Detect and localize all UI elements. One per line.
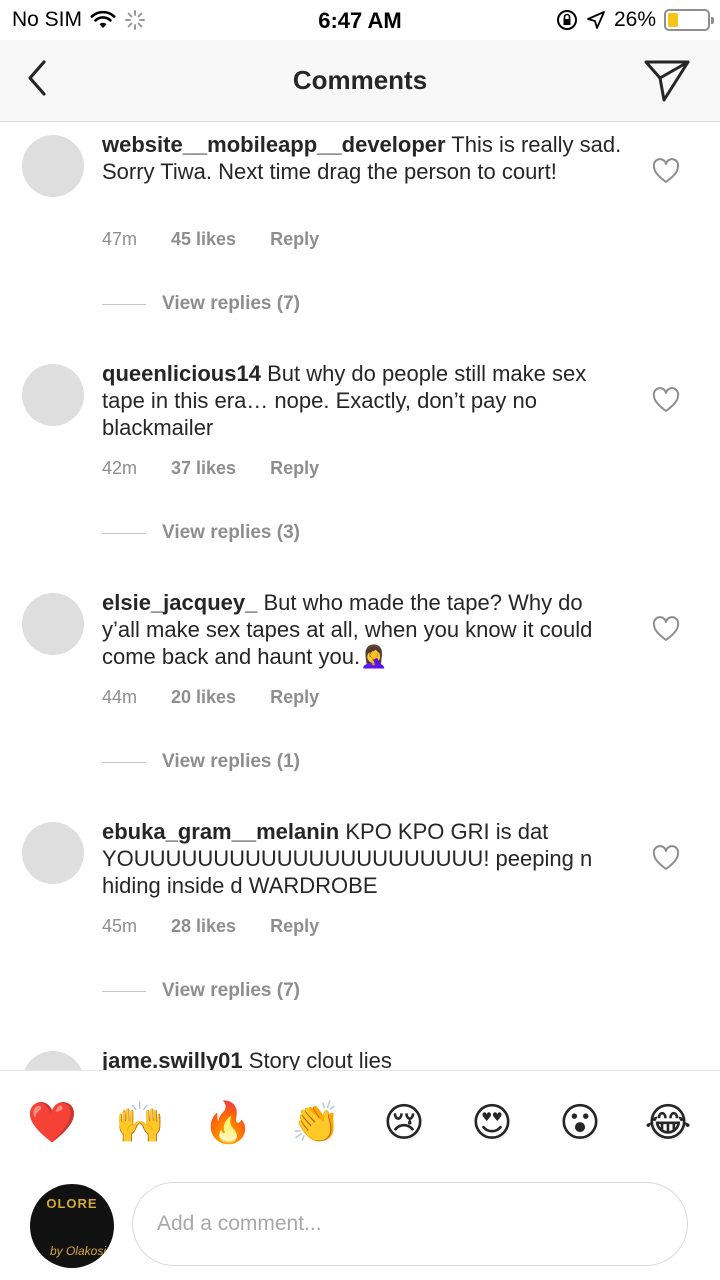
view-replies-button[interactable]: View replies (7): [102, 980, 300, 1002]
comment-body: elsie_jacquey_ But who made the tape? Wh…: [102, 589, 622, 670]
orientation-lock-icon: [556, 10, 577, 30]
comment-item: jame.swilly01 Story clout lies: [0, 1039, 720, 1070]
comment-username[interactable]: ebuka_gram__melanin: [102, 819, 339, 844]
comment-body: queenlicious14 But why do people still m…: [102, 360, 622, 441]
comment-username[interactable]: elsie_jacquey_: [102, 590, 257, 615]
comment-time: 44m: [102, 687, 138, 707]
reply-button[interactable]: Reply: [270, 229, 319, 250]
comment-body: website__mobileapp__developer This is re…: [102, 131, 622, 185]
comment-username[interactable]: website__mobileapp__developer: [102, 132, 446, 157]
comment-text: Story clout lies: [242, 1048, 392, 1070]
heart-outline-icon[interactable]: [652, 845, 680, 871]
comment-meta: 45m 28 likes Reply: [102, 916, 319, 937]
view-replies-button[interactable]: View replies (3): [102, 522, 300, 544]
avatar[interactable]: [22, 593, 84, 655]
comment-likes[interactable]: 28 likes: [171, 916, 236, 937]
comment-item: queenlicious14 But why do people still m…: [0, 352, 720, 580]
divider-line: [102, 761, 146, 763]
divider-line: [102, 990, 146, 992]
view-replies-label: View replies (7): [162, 293, 300, 314]
comment-username[interactable]: queenlicious14: [102, 361, 261, 386]
comments-list[interactable]: website__mobileapp__developer This is re…: [0, 123, 720, 1070]
comment-body: ebuka_gram__melanin KPO KPO GRI is dat Y…: [102, 818, 622, 899]
view-replies-button[interactable]: View replies (7): [102, 293, 300, 315]
raising-hands-emoji[interactable]: 🙌: [112, 1095, 168, 1151]
avatar[interactable]: [22, 822, 84, 884]
avatar-brand-text: OLORE: [46, 1196, 98, 1211]
heart-outline-icon[interactable]: [652, 158, 680, 184]
comment-input[interactable]: [132, 1182, 688, 1266]
comment-likes[interactable]: 20 likes: [171, 687, 236, 708]
tears-of-joy-emoji[interactable]: 😂: [640, 1095, 696, 1151]
view-replies-label: View replies (3): [162, 522, 300, 543]
heart-outline-icon[interactable]: [652, 616, 680, 642]
reply-button[interactable]: Reply: [270, 458, 319, 479]
comment-composer: OLORE by Olakosi: [0, 1174, 720, 1280]
view-replies-label: View replies (7): [162, 980, 300, 1001]
fire-emoji[interactable]: 🔥: [200, 1095, 256, 1151]
avatar[interactable]: [22, 364, 84, 426]
comment-likes[interactable]: 37 likes: [171, 458, 236, 479]
avatar[interactable]: [22, 135, 84, 197]
clapping-hands-emoji[interactable]: 👏: [288, 1095, 344, 1151]
surprised-face-emoji[interactable]: 😮: [552, 1095, 608, 1151]
avatar-signature-text: by Olakosi: [49, 1244, 106, 1258]
status-right: 26%: [556, 8, 714, 32]
current-user-avatar[interactable]: OLORE by Olakosi: [30, 1184, 114, 1268]
status-bar: No SIM 6:47 AM 26%: [0, 0, 720, 40]
view-replies-button[interactable]: View replies (1): [102, 751, 300, 773]
heart-eyes-emoji[interactable]: 😍: [464, 1095, 520, 1151]
heart-outline-icon[interactable]: [652, 387, 680, 413]
divider-line: [102, 532, 146, 534]
comment-meta: 42m 37 likes Reply: [102, 458, 319, 479]
location-arrow-icon: [587, 11, 605, 29]
crying-face-emoji[interactable]: 😢: [376, 1095, 432, 1151]
battery-icon: [664, 9, 714, 31]
avatar[interactable]: [22, 1051, 84, 1070]
comment-likes[interactable]: 45 likes: [171, 229, 236, 250]
comment-meta: 44m 20 likes Reply: [102, 687, 319, 708]
send-paper-plane-icon[interactable]: [642, 54, 692, 104]
comment-time: 42m: [102, 458, 138, 478]
comment-body: jame.swilly01 Story clout lies: [102, 1047, 622, 1070]
divider-line: [102, 303, 146, 305]
comments-header: Comments: [0, 40, 720, 122]
emoji-reaction-bar: ❤️ 🙌 🔥 👏 😢 😍 😮 😂: [0, 1070, 720, 1174]
page-title: Comments: [292, 65, 428, 95]
red-heart-emoji[interactable]: ❤️: [24, 1095, 80, 1151]
battery-fill: [668, 13, 678, 27]
comment-time: 45m: [102, 916, 138, 936]
comment-time: 47m: [102, 229, 138, 249]
reply-button[interactable]: Reply: [270, 916, 319, 937]
comment-meta: 47m 45 likes Reply: [102, 229, 319, 250]
comment-item: website__mobileapp__developer This is re…: [0, 123, 720, 351]
comment-item: ebuka_gram__melanin KPO KPO GRI is dat Y…: [0, 810, 720, 1038]
comment-username[interactable]: jame.swilly01: [102, 1048, 243, 1070]
view-replies-label: View replies (1): [162, 751, 300, 772]
comment-item: elsie_jacquey_ But who made the tape? Wh…: [0, 581, 720, 809]
battery-percent-label: 26%: [613, 8, 656, 31]
reply-button[interactable]: Reply: [270, 687, 319, 708]
